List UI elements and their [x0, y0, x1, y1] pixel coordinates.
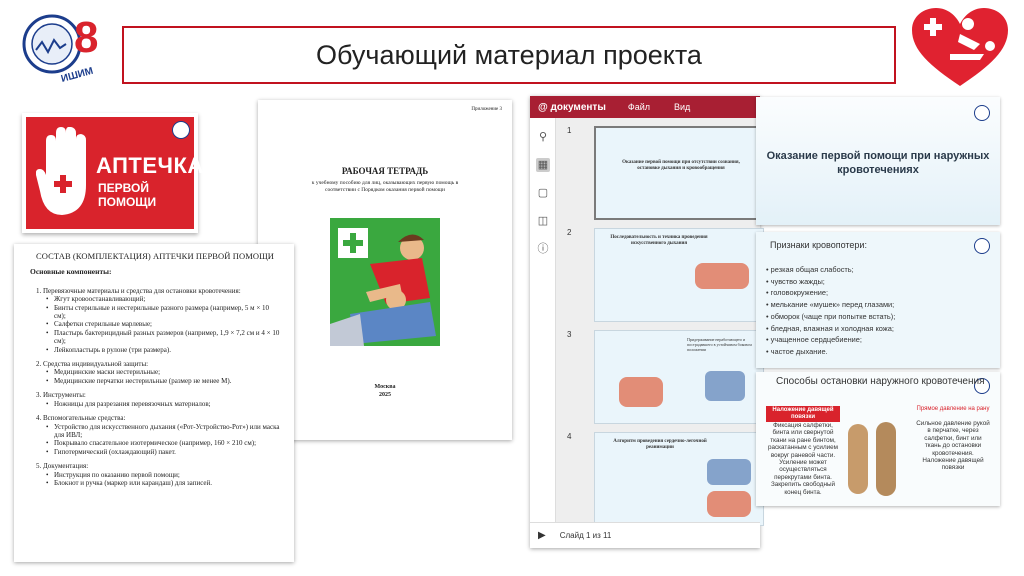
slide-number: 2	[567, 228, 572, 237]
slide-number: 1	[567, 126, 572, 135]
info-icon[interactable]: ⓘ	[536, 242, 550, 256]
workbook-title: РАБОЧАЯ ТЕТРАДЬ	[341, 166, 429, 176]
first-aid-heart-icon	[910, 6, 1010, 90]
slide-thumbnail-2[interactable]: Последовательность и техника проведения …	[594, 228, 764, 322]
section-item: Жгут кровоостанавливающий;	[46, 295, 280, 304]
composition-section: 3. Инструменты: Ножницы для разрезания п…	[30, 391, 280, 408]
method-text: Сильное давление рукой в перчатке, через…	[916, 420, 990, 472]
section-item: Медицинские маски нестерильные;	[46, 368, 280, 377]
page: 8 ИШИМ Обучающий материал проекта АПТЕЧК…	[0, 0, 1024, 576]
menu-view[interactable]: Вид	[674, 102, 690, 112]
logo-number: 8	[74, 13, 98, 62]
list-item: учащенное сердцебиение;	[766, 334, 895, 346]
kit-subtitle: ПЕРВОЙ ПОМОЩИ	[98, 181, 157, 209]
emblem-icon	[172, 121, 190, 139]
slide-figure	[705, 371, 745, 401]
list-item: чувство жажды;	[766, 276, 895, 288]
present-icon[interactable]: ▶	[538, 530, 546, 541]
hand-icon	[36, 127, 86, 215]
slide-counter: Слайд 1 из 11	[559, 531, 612, 540]
section-item: Устройство для искусственного дыхания («…	[46, 423, 280, 440]
composition-section: 1. Перевязочные материалы и средства для…	[30, 286, 280, 355]
list-item: мелькание «мушек» перед глазами;	[766, 299, 895, 311]
slide-figure	[707, 491, 751, 517]
list-item: бледная, влажная и холодная кожа;	[766, 323, 895, 335]
section-item: Бинты стерильные и нестерильные разного …	[46, 304, 280, 321]
cpr-illustration	[330, 218, 440, 346]
thumbnails-icon[interactable]: ▦	[536, 158, 550, 172]
slide-figure	[619, 377, 663, 407]
method-heading: Прямое давление на рану	[916, 406, 990, 412]
slide-thumbnail-3[interactable]: Придерживание неработающего и пострадавш…	[594, 330, 764, 424]
section-item: Инструкция по оказанию первой помощи;	[46, 471, 280, 480]
slide-number: 4	[567, 432, 572, 441]
method-text: Фиксация салфетки, бинта или свернутой т…	[768, 422, 838, 496]
slide-blood-loss-signs: Признаки кровопотери: резкая общая слабо…	[756, 232, 1000, 368]
slide3-text: Придерживание неработающего и пострадавш…	[687, 337, 752, 352]
person-figure	[876, 422, 896, 496]
kit-composition-document: СОСТАВ (КОМПЛЕКТАЦИЯ) АПТЕЧКИ ПЕРВОЙ ПОМ…	[14, 244, 294, 562]
section-item: Лейкопластырь в рулоне (три размера).	[46, 346, 280, 355]
list-item: обморок (чаще при попытке встать);	[766, 311, 896, 323]
slide-stop-bleeding-methods: Способы остановки наружного кровотечения…	[756, 372, 1000, 506]
section-heading: 1. Перевязочные материалы и средства для…	[36, 286, 241, 295]
composition-section: 5. Документация: Инструкция по оказанию …	[30, 462, 280, 488]
workbook-year: 2025	[379, 392, 391, 398]
section-item: Медицинские перчатки нестерильные (разме…	[46, 377, 280, 386]
slide-number: 3	[567, 330, 572, 339]
section-heading: 4. Вспомогательные средства:	[36, 414, 126, 423]
composition-section: 2. Средства индивидуальной защиты: Медиц…	[30, 360, 280, 386]
person-figure	[848, 424, 868, 494]
section-item: Покрывало спасательное изотермическое (н…	[46, 439, 280, 448]
page-title-box: Обучающий материал проекта	[122, 26, 896, 84]
menu-file[interactable]: Файл	[628, 102, 650, 112]
slide-title: Способы остановки наружного кровотечения	[776, 376, 985, 387]
comments-list-icon[interactable]: ◫	[536, 214, 550, 228]
section-item: Гипотермический (охлаждающий) пакет.	[46, 448, 280, 457]
slide4-title: Алгоритм проведения сердечно-легочной ре…	[613, 439, 707, 450]
list-item: частое дыхание.	[766, 346, 895, 358]
project-logo: 8 ИШИМ	[18, 8, 104, 88]
page-title: Обучающий материал проекта	[316, 39, 702, 70]
slide2-title: Последовательность и техника проведения …	[610, 235, 708, 246]
list-item: головокружение;	[766, 287, 895, 299]
viewer-statusbar: ▶ Слайд 1 из 11	[530, 522, 760, 548]
slide1-title: Оказание первой помощи при отсутствии со…	[622, 160, 740, 171]
slide-thumbnail-1[interactable]: Оказание первой помощи при отсутствии со…	[594, 126, 764, 220]
composition-subtitle: Основные компоненты:	[30, 267, 112, 277]
emblem-icon	[974, 105, 990, 121]
slide-title: Оказание первой помощи при наружных кров…	[766, 150, 990, 176]
slide-thumbnails: 1 Оказание первой помощи при отсутствии …	[556, 118, 764, 526]
first-aid-kit-poster: АПТЕЧКА ПЕРВОЙ ПОМОЩИ	[22, 113, 203, 233]
workbook-cover: Приложение 3 РАБОЧАЯ ТЕТРАДЬ к учебному …	[258, 100, 512, 440]
composition-title: СОСТАВ (КОМПЛЕКТАЦИЯ) АПТЕЧКИ ПЕРВОЙ ПОМ…	[35, 251, 275, 261]
section-heading: 2. Средства индивидуальной защиты:	[36, 360, 149, 369]
list-item: резкая общая слабость;	[766, 264, 895, 276]
section-heading: 3. Инструменты:	[36, 391, 86, 400]
section-item: Салфетки стерильные марлевые;	[46, 320, 280, 329]
slide-figure	[707, 459, 751, 485]
kit-title: АПТЕЧКА	[96, 153, 204, 178]
comment-icon[interactable]: ▢	[536, 186, 550, 200]
slide-bleeding-title: Оказание первой помощи при наружных кров…	[756, 97, 1000, 225]
workbook-subtitle: к учебному пособию для лиц, оказывающих …	[311, 180, 459, 193]
slide-title: Признаки кровопотери:	[770, 240, 867, 250]
composition-section: 4. Вспомогательные средства: Устройство …	[30, 414, 280, 456]
slide-figure	[695, 263, 749, 289]
section-item: Блокнот и ручка (маркер или карандаш) дл…	[46, 479, 280, 488]
section-heading: 5. Документация:	[36, 462, 89, 471]
signs-list: резкая общая слабость; чувство жажды; го…	[766, 264, 896, 358]
emblem-icon	[974, 238, 990, 254]
method-heading: Наложение давящей повязки	[766, 406, 840, 422]
section-item: Ножницы для разрезания перевязочных мате…	[46, 400, 280, 409]
viewer-toolbar: @ документы Файл Вид	[530, 96, 760, 118]
workbook-city: Москва	[374, 384, 396, 390]
slide-thumbnail-4[interactable]: Алгоритм проведения сердечно-легочной ре…	[594, 432, 764, 526]
search-icon[interactable]: ⚲	[536, 130, 550, 144]
document-viewer: @ документы Файл Вид ⚲ ▦ ▢ ◫ ⓘ 1 Оказани…	[530, 96, 764, 548]
viewer-app-name[interactable]: @ документы	[538, 102, 606, 113]
workbook-appendix: Приложение 3	[471, 107, 502, 112]
viewer-sidebar: ⚲ ▦ ▢ ◫ ⓘ	[530, 118, 556, 522]
section-item: Пластырь бактерицидный разных размеров (…	[46, 329, 280, 346]
